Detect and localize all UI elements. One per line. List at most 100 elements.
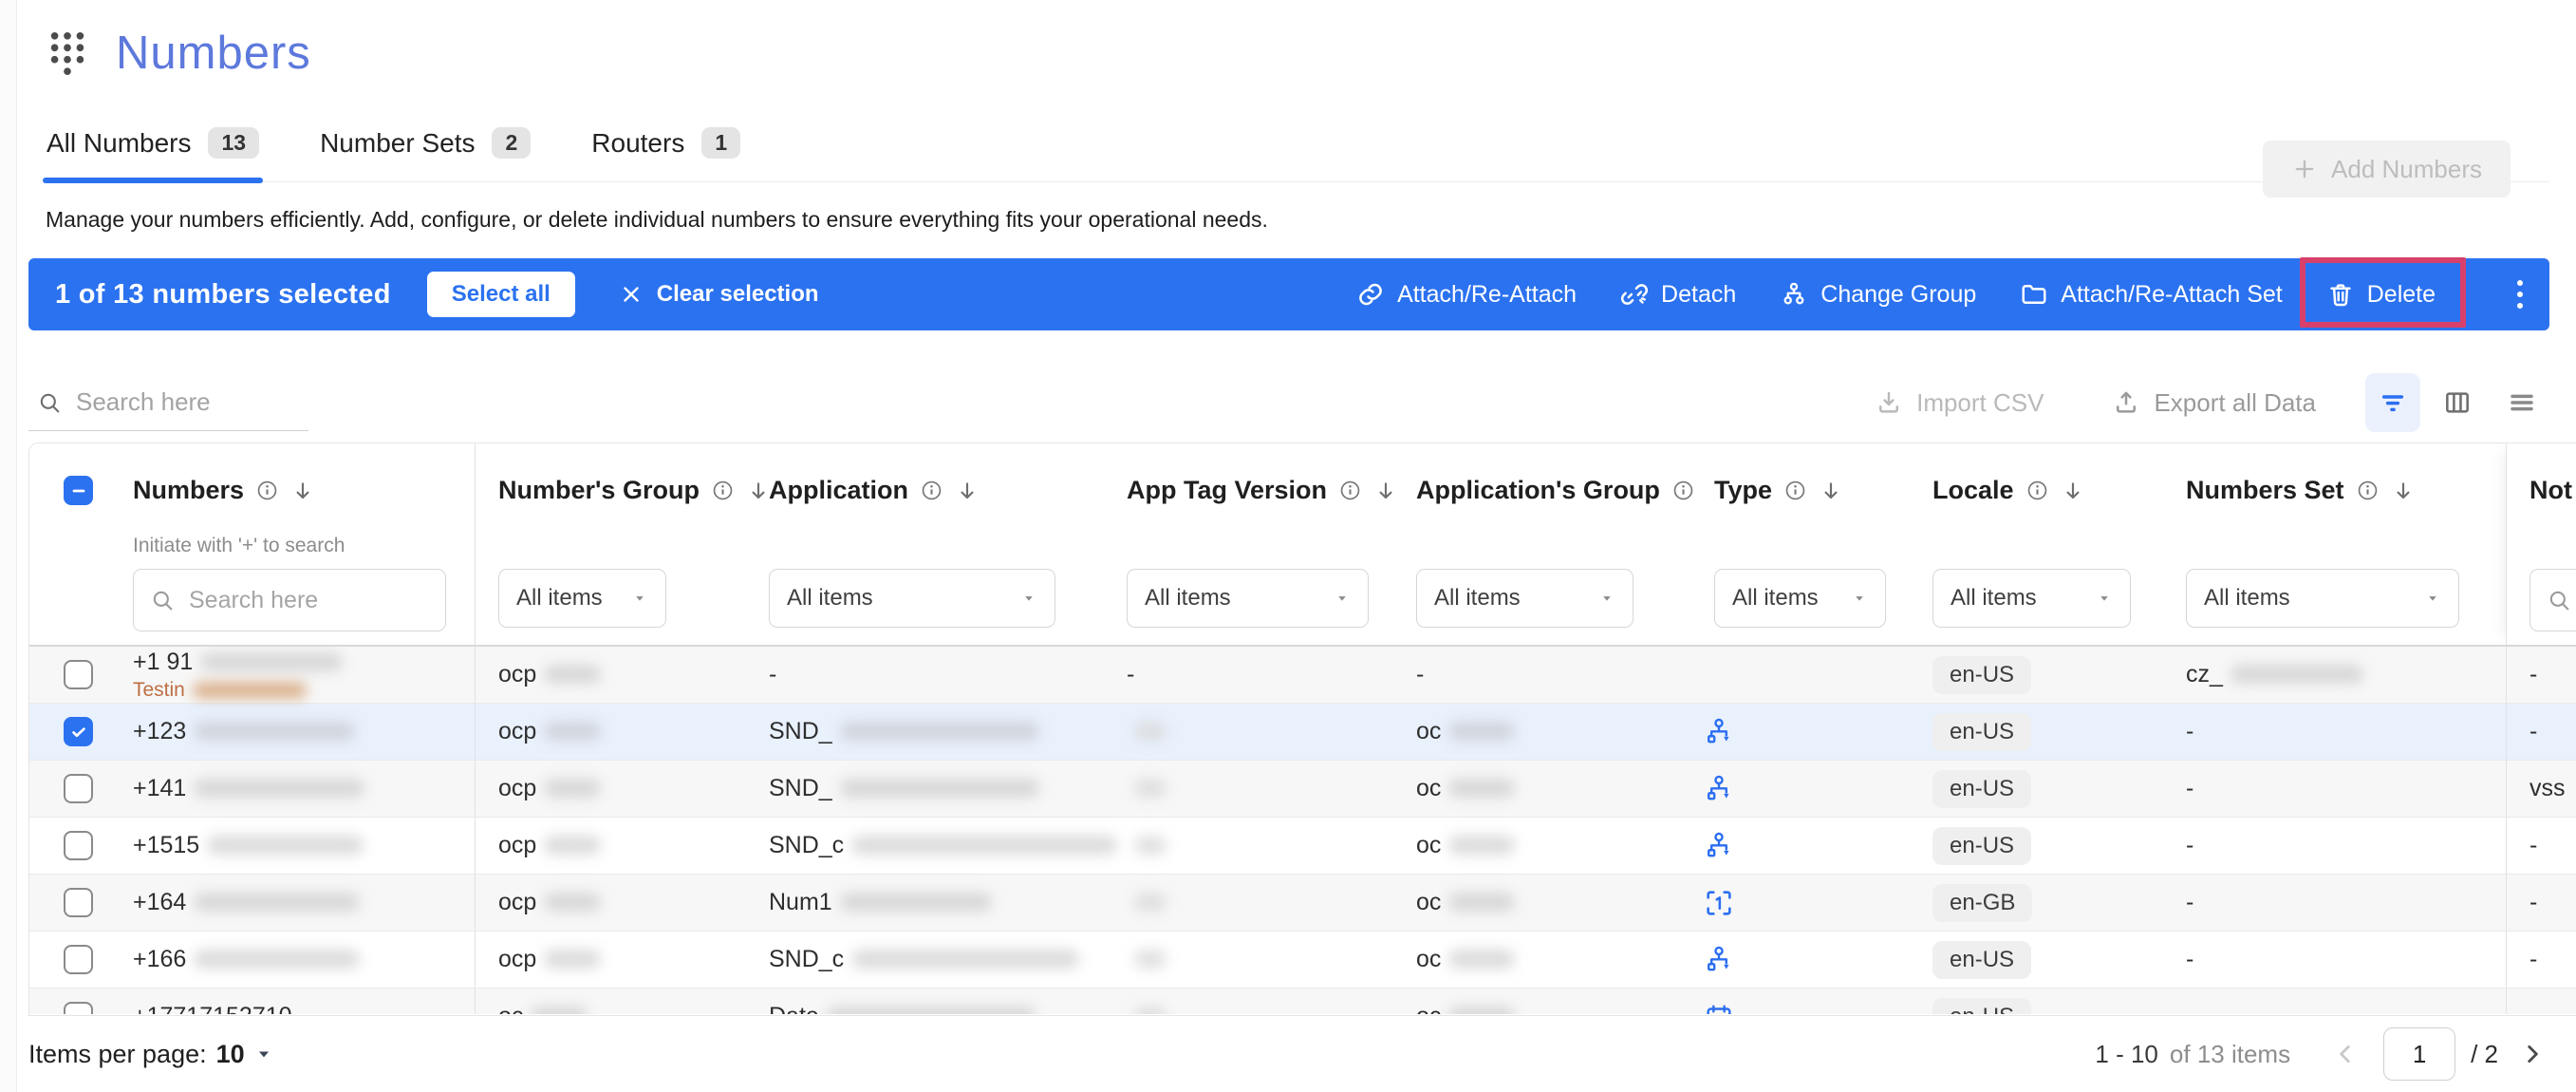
info-icon[interactable] xyxy=(2025,479,2049,502)
table-row: +166ocpSND_cocen-US-- xyxy=(29,932,2576,988)
numbers-search-hint: Initiate with '+' to search xyxy=(133,535,345,557)
cell-notes: - xyxy=(2506,875,2576,931)
number-sublabel: Testin xyxy=(133,679,475,702)
previous-page-icon[interactable] xyxy=(2324,1033,2366,1075)
org-chart-icon xyxy=(1703,830,1910,862)
locale-badge: en-US xyxy=(1932,941,2031,979)
global-search-input[interactable] xyxy=(76,387,305,417)
sort-icon[interactable] xyxy=(955,479,980,503)
locale-badge: en-US xyxy=(1932,713,2031,751)
info-icon[interactable] xyxy=(255,479,279,502)
cell-text: SND_c xyxy=(769,832,844,858)
chevron-down-icon xyxy=(1334,590,1351,607)
info-icon[interactable] xyxy=(920,479,943,502)
cell-text: Num1 xyxy=(769,889,832,915)
locale-badge: en-US xyxy=(1932,998,2031,1015)
row-checkbox[interactable] xyxy=(64,660,93,689)
locale-badge: en-US xyxy=(1932,827,2031,865)
cell-locale: en-GB xyxy=(1910,884,2163,922)
collapsed-sidebar-strip xyxy=(0,0,17,1092)
toolbar-right: Import CSV Export all Data xyxy=(1875,373,2549,432)
numbers-group-filter[interactable]: All items xyxy=(498,569,666,628)
info-icon[interactable] xyxy=(711,479,735,502)
cell-text: Date xyxy=(769,1003,819,1014)
cell-text: oc xyxy=(1416,718,1441,744)
info-icon[interactable] xyxy=(1783,479,1807,502)
cell-text: - xyxy=(769,661,776,687)
header-checkbox-cell xyxy=(29,443,110,645)
column-header-locale: Locale All items xyxy=(1910,443,2163,645)
filter-toggle-button[interactable] xyxy=(2365,373,2420,432)
redacted-text xyxy=(2231,665,2363,684)
cell-notes: - xyxy=(2506,818,2576,874)
detach-button[interactable]: Detach xyxy=(1620,280,1736,309)
cell-locale: en-US xyxy=(1910,656,2163,694)
add-numbers-button[interactable]: Add Numbers xyxy=(2263,141,2511,198)
filter-icon xyxy=(2378,387,2408,418)
number-value: +123 xyxy=(133,718,475,745)
tab-number-sets[interactable]: Number Sets 2 xyxy=(316,122,534,181)
cell-text: - xyxy=(2529,832,2537,859)
dialpad-icon xyxy=(46,28,89,79)
app-tag-version-filter[interactable]: All items xyxy=(1127,569,1369,628)
delete-button[interactable]: Delete xyxy=(2326,280,2436,309)
redacted-text xyxy=(194,950,360,969)
select-all-checkbox[interactable] xyxy=(64,476,93,505)
change-group-button[interactable]: Change Group xyxy=(1780,280,1976,309)
plus-icon xyxy=(2291,156,2318,182)
next-page-icon[interactable] xyxy=(2511,1033,2553,1075)
unlink-icon xyxy=(1620,280,1649,309)
cell-locale: en-US xyxy=(1910,827,2163,865)
column-header-applications-group: Application's Group All items xyxy=(1393,443,1691,645)
cell-numbers: +164 xyxy=(110,875,476,931)
info-icon[interactable] xyxy=(1338,479,1362,502)
cell-text: - xyxy=(2529,718,2537,745)
row-checkbox[interactable] xyxy=(64,717,93,746)
cell-text: +166 xyxy=(133,946,186,972)
redacted-text xyxy=(1134,893,1167,912)
sort-icon[interactable] xyxy=(290,479,315,503)
cell-text: - xyxy=(2186,946,2193,972)
tab-all-numbers[interactable]: All Numbers 13 xyxy=(43,122,263,181)
page-number-input[interactable] xyxy=(2383,1027,2455,1081)
numbers-column-search-input[interactable] xyxy=(189,587,430,614)
sort-icon[interactable] xyxy=(2061,479,2085,503)
attach-re-attach-set-button[interactable]: Attach/Re-Attach Set xyxy=(2020,280,2282,309)
cell-text: - xyxy=(2186,1003,2193,1014)
checkbox-cell xyxy=(29,831,110,860)
row-checkbox[interactable] xyxy=(64,774,93,803)
export-all-data-button[interactable]: Export all Data xyxy=(2112,388,2316,418)
columns-button[interactable] xyxy=(2430,373,2485,432)
clear-selection-button[interactable]: Clear selection xyxy=(619,281,819,308)
attach-re-attach-button[interactable]: Attach/Re-Attach xyxy=(1356,280,1577,309)
cell-text: +17717152710 xyxy=(133,1003,292,1014)
select-all-button[interactable]: Select all xyxy=(427,272,575,317)
sort-icon[interactable] xyxy=(2391,479,2416,503)
tab-routers[interactable]: Routers 1 xyxy=(588,122,744,181)
row-checkbox[interactable] xyxy=(64,1002,93,1014)
cell-applications-group: - xyxy=(1393,661,1691,688)
cell-text: +164 xyxy=(133,889,186,915)
density-button[interactable] xyxy=(2494,373,2549,432)
cell-numbers-set: - xyxy=(2163,775,2506,802)
row-checkbox[interactable] xyxy=(64,831,93,860)
sort-icon[interactable] xyxy=(1819,479,1843,503)
application-filter[interactable]: All items xyxy=(769,569,1055,628)
more-actions-kebab-icon[interactable] xyxy=(2511,274,2529,314)
redacted-text xyxy=(1134,722,1167,741)
cell-text: - xyxy=(1127,661,1134,687)
applications-group-filter[interactable]: All items xyxy=(1416,569,1633,628)
type-filter[interactable]: All items xyxy=(1714,569,1886,628)
items-per-page-control[interactable]: Items per page: 10 xyxy=(28,1040,273,1069)
import-csv-button[interactable]: Import CSV xyxy=(1875,388,2044,418)
numbers-set-filter[interactable]: All items xyxy=(2186,569,2459,628)
row-checkbox[interactable] xyxy=(64,945,93,974)
cell-text: ocp xyxy=(498,775,536,801)
cell-app-tag-version xyxy=(1104,718,1393,745)
info-icon[interactable] xyxy=(2356,479,2380,502)
locale-filter[interactable]: All items xyxy=(1932,569,2131,628)
cell-notes: - xyxy=(2506,704,2576,760)
number-value: +164 xyxy=(133,889,475,916)
row-checkbox[interactable] xyxy=(64,888,93,917)
cell-numbers-group: ocp xyxy=(476,889,746,916)
